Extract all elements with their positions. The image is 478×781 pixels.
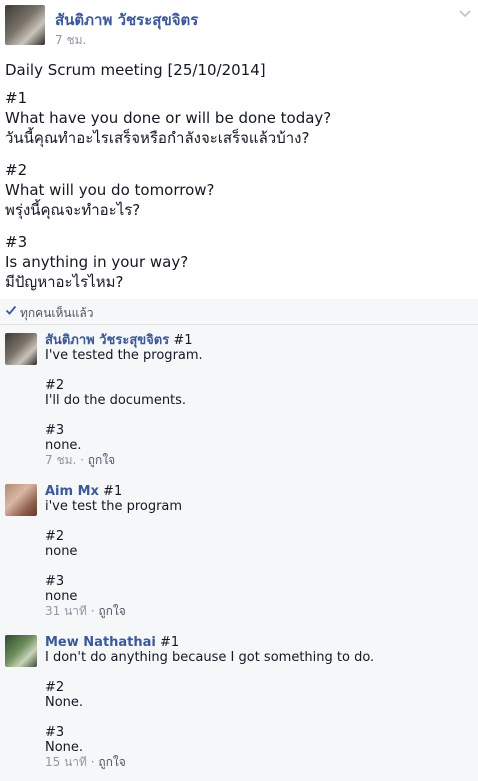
- check-icon: [5, 304, 17, 319]
- comment-content: Aim Mx #1 i've test the program #2 none …: [45, 484, 182, 619]
- comment-meta: 31 นาที · ถูกใจ: [45, 604, 182, 619]
- comment-avatar[interactable]: [5, 635, 37, 667]
- comment-line: i've test the program: [45, 499, 183, 514]
- meta-separator: ·: [86, 604, 99, 618]
- comment-line: none: [45, 589, 78, 604]
- meta-separator: ·: [86, 755, 99, 769]
- like-link[interactable]: ถูกใจ: [88, 453, 115, 467]
- comment-time[interactable]: 15 นาที: [45, 755, 87, 769]
- post-timestamp[interactable]: 7 ชม.: [55, 31, 86, 50]
- question-number: #2: [5, 161, 28, 179]
- question-2: #2 What will you do tomorrow? พรุ่งนี้คุ…: [5, 160, 473, 220]
- comment-line: I've tested the program.: [45, 348, 203, 363]
- like-link[interactable]: ถูกใจ: [98, 755, 125, 769]
- meta-separator: ·: [76, 453, 88, 467]
- post-header: สันติภาพ วัชระสุขจิตร 7 ชม.: [0, 0, 478, 54]
- comment-avatar[interactable]: [5, 484, 37, 516]
- comment-author[interactable]: Aim Mx: [45, 484, 99, 499]
- seen-by-label: ทุกคนเห็นแล้ว: [20, 306, 94, 320]
- author-avatar[interactable]: [5, 5, 45, 45]
- question-th: มีปัญหาอะไรไหม?: [5, 273, 124, 291]
- question-en: What have you done or will be done today…: [5, 109, 332, 127]
- comment-content: Mew Nathathai #1 I don't do anything bec…: [45, 635, 374, 770]
- seen-by-bar[interactable]: ทุกคนเห็นแล้ว: [0, 299, 478, 325]
- question-th: พรุ่งนี้คุณจะทำอะไร?: [5, 201, 141, 219]
- post-title: Daily Scrum meeting [25/10/2014]: [5, 61, 266, 79]
- comment-line: none.: [45, 438, 82, 453]
- chevron-down-icon[interactable]: [458, 6, 472, 20]
- question-number: #1: [5, 89, 28, 107]
- question-th: วันนี้คุณทำอะไรเสร็จหรือกำลังจะเสร็จแล้ว…: [5, 129, 310, 147]
- comment-line: #1: [98, 484, 123, 499]
- comment-content: สันติภาพ วัชระสุขจิตร #1 I've tested the…: [45, 333, 203, 468]
- comment-line: I'll do the documents.: [45, 393, 187, 408]
- comment-line: #3: [45, 423, 65, 438]
- comment-time[interactable]: 7 ชม.: [45, 453, 76, 467]
- comment-author[interactable]: Mew Nathathai: [45, 635, 156, 650]
- question-number: #3: [5, 233, 28, 251]
- question-en: Is anything in your way?: [5, 253, 189, 271]
- comment-time[interactable]: 31 นาที: [45, 604, 87, 618]
- comment-line: #2: [45, 680, 65, 695]
- like-link[interactable]: ถูกใจ: [98, 604, 125, 618]
- question-1: #1 What have you done or will be done to…: [5, 88, 473, 148]
- comment-line: #1: [169, 333, 193, 348]
- comment-avatar[interactable]: [5, 333, 37, 365]
- question-en: What will you do tomorrow?: [5, 181, 215, 199]
- comment-meta: 7 ชม. · ถูกใจ: [45, 453, 203, 468]
- comment-author[interactable]: สันติภาพ วัชระสุขจิตร: [45, 333, 169, 348]
- comment-line: I don't do anything because I got someth…: [45, 650, 375, 665]
- comment-list: สันติภาพ วัชระสุขจิตร #1 I've tested the…: [0, 325, 478, 781]
- post-author[interactable]: สันติภาพ วัชระสุขจิตร: [55, 8, 198, 32]
- comment-line: #3: [45, 574, 65, 589]
- comment-line: #2: [45, 529, 65, 544]
- post-body: Daily Scrum meeting [25/10/2014]: [5, 60, 473, 80]
- comment-line: #1: [155, 635, 180, 650]
- comment-line: #3: [45, 725, 65, 740]
- comment-line: #2: [45, 378, 65, 393]
- comment-meta: 15 นาที · ถูกใจ: [45, 755, 374, 770]
- comment-line: None.: [45, 695, 84, 710]
- comment-line: None.: [45, 740, 84, 755]
- comment-line: none: [45, 544, 78, 559]
- question-3: #3 Is anything in your way? มีปัญหาอะไรไ…: [5, 232, 473, 292]
